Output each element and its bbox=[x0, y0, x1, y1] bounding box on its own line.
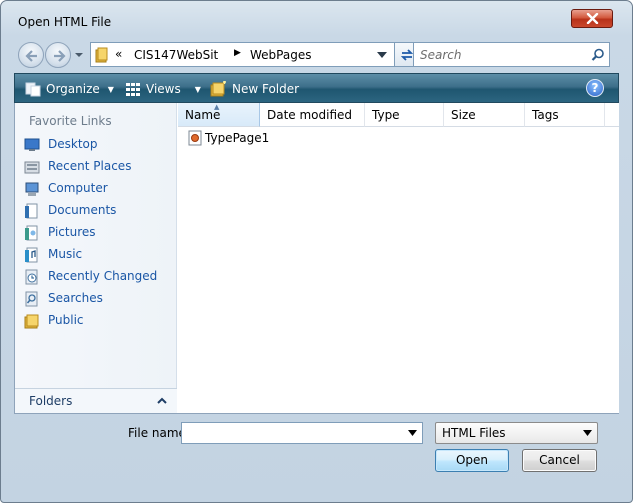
arrow-right-icon bbox=[54, 50, 66, 62]
column-header-name[interactable]: ▲ Name bbox=[178, 103, 260, 127]
sidebar-item-public[interactable]: Public bbox=[15, 311, 177, 331]
title-bar[interactable]: Open HTML File bbox=[1, 1, 632, 37]
chevron-down-icon[interactable] bbox=[377, 52, 387, 58]
sidebar-item-music[interactable]: Music bbox=[15, 245, 177, 265]
column-header-label: Size bbox=[451, 108, 476, 122]
html-file-icon bbox=[188, 130, 202, 146]
column-header-label: Date modified bbox=[267, 108, 353, 122]
music-icon bbox=[25, 247, 38, 263]
open-button[interactable]: Open bbox=[435, 449, 509, 472]
folder-icon bbox=[95, 47, 108, 63]
column-header-label: Name bbox=[185, 108, 221, 122]
sidebar-item-label: Recent Places bbox=[48, 159, 132, 173]
views-label: Views bbox=[146, 82, 181, 96]
navigation-bar: « CIS147WebSit ▶ WebPages bbox=[14, 40, 619, 70]
sidebar-item-label: Public bbox=[48, 313, 84, 327]
recent-pages-dropdown[interactable] bbox=[74, 50, 84, 60]
address-overflow[interactable]: « bbox=[115, 47, 122, 61]
file-list: ▲ Name Date modified Type Size Tags Type… bbox=[178, 103, 619, 413]
search-input[interactable] bbox=[418, 46, 583, 64]
file-name: TypePage1 bbox=[205, 131, 270, 145]
recent-places-icon bbox=[24, 161, 40, 174]
documents-icon bbox=[25, 203, 38, 219]
forward-button[interactable] bbox=[45, 42, 71, 68]
chevron-down-icon: ▼ bbox=[107, 84, 114, 94]
favorite-links-heading: Favorite Links bbox=[29, 114, 112, 128]
chevron-down-icon: ▼ bbox=[194, 84, 201, 94]
desktop-icon bbox=[24, 138, 40, 151]
organize-button[interactable]: Organize ▼ bbox=[25, 80, 114, 98]
sidebar-item-recent-places[interactable]: Recent Places bbox=[15, 157, 177, 177]
window-title: Open HTML File bbox=[18, 15, 112, 29]
recently-changed-icon bbox=[25, 269, 38, 285]
address-bar[interactable]: « CIS147WebSit ▶ WebPages bbox=[90, 42, 395, 67]
sidebar-item-documents[interactable]: Documents bbox=[15, 201, 177, 221]
back-button[interactable] bbox=[18, 42, 44, 68]
new-folder-icon bbox=[210, 81, 226, 97]
refresh-icon bbox=[400, 49, 414, 61]
arrow-left-icon bbox=[25, 50, 37, 62]
sidebar-item-computer[interactable]: Computer bbox=[15, 179, 177, 199]
sidebar-item-label: Recently Changed bbox=[48, 269, 158, 283]
command-toolbar: Organize ▼ Views ▼ New Folder ? bbox=[14, 73, 619, 103]
sidebar-item-label: Music bbox=[48, 247, 83, 261]
searches-icon bbox=[25, 291, 38, 307]
chevron-down-icon[interactable] bbox=[408, 430, 417, 436]
dialog-body: Favorite Links Desktop Recent Places Com… bbox=[14, 103, 619, 414]
public-folder-icon bbox=[24, 314, 39, 329]
column-header-label: Tags bbox=[532, 108, 559, 122]
new-folder-button[interactable]: New Folder bbox=[210, 80, 299, 98]
views-button[interactable]: Views ▼ bbox=[125, 80, 201, 98]
column-header-label: Type bbox=[372, 108, 400, 122]
column-header-size[interactable]: Size bbox=[444, 103, 525, 127]
sidebar-item-desktop[interactable]: Desktop bbox=[15, 135, 177, 155]
file-name-combobox[interactable] bbox=[181, 422, 423, 444]
sidebar-item-pictures[interactable]: Pictures bbox=[15, 223, 177, 243]
open-file-dialog: Open HTML File « CIS147WebSit ▶ WebPages… bbox=[0, 0, 633, 503]
close-icon bbox=[586, 13, 599, 24]
search-box[interactable] bbox=[413, 42, 610, 67]
views-icon bbox=[126, 83, 140, 96]
cancel-button[interactable]: Cancel bbox=[522, 449, 597, 472]
column-header-type[interactable]: Type bbox=[365, 103, 444, 127]
breadcrumb-segment[interactable]: CIS147WebSit bbox=[134, 48, 218, 62]
navigation-pane: Favorite Links Desktop Recent Places Com… bbox=[15, 103, 177, 413]
computer-icon bbox=[25, 182, 39, 196]
search-icon[interactable] bbox=[591, 48, 605, 62]
breadcrumb-separator-icon[interactable]: ▶ bbox=[234, 48, 241, 58]
sidebar-item-recently-changed[interactable]: Recently Changed bbox=[15, 267, 177, 287]
help-button[interactable]: ? bbox=[586, 79, 604, 97]
folders-toggle[interactable]: Folders bbox=[15, 388, 177, 413]
file-name-input[interactable] bbox=[184, 425, 402, 441]
column-header-tags[interactable]: Tags bbox=[525, 103, 605, 127]
close-button[interactable] bbox=[571, 9, 613, 28]
chevron-up-icon bbox=[157, 397, 167, 404]
sidebar-item-label: Documents bbox=[48, 203, 117, 217]
file-type-filter-value: HTML Files bbox=[442, 426, 506, 440]
sidebar-item-label: Pictures bbox=[48, 225, 96, 239]
chevron-down-icon bbox=[583, 430, 592, 436]
sidebar-item-label: Desktop bbox=[48, 137, 98, 151]
breadcrumb-segment[interactable]: WebPages bbox=[250, 48, 311, 62]
file-type-filter[interactable]: HTML Files bbox=[435, 422, 598, 444]
new-folder-label: New Folder bbox=[232, 82, 300, 96]
pictures-icon bbox=[25, 225, 38, 241]
column-header-date-modified[interactable]: Date modified bbox=[260, 103, 365, 127]
sidebar-item-searches[interactable]: Searches bbox=[15, 289, 177, 309]
organize-label: Organize bbox=[46, 82, 100, 96]
organize-icon bbox=[25, 82, 41, 97]
column-header-filler bbox=[605, 103, 619, 127]
sidebar-item-label: Computer bbox=[48, 181, 108, 195]
folders-label: Folders bbox=[29, 394, 73, 408]
sidebar-item-label: Searches bbox=[48, 291, 103, 305]
